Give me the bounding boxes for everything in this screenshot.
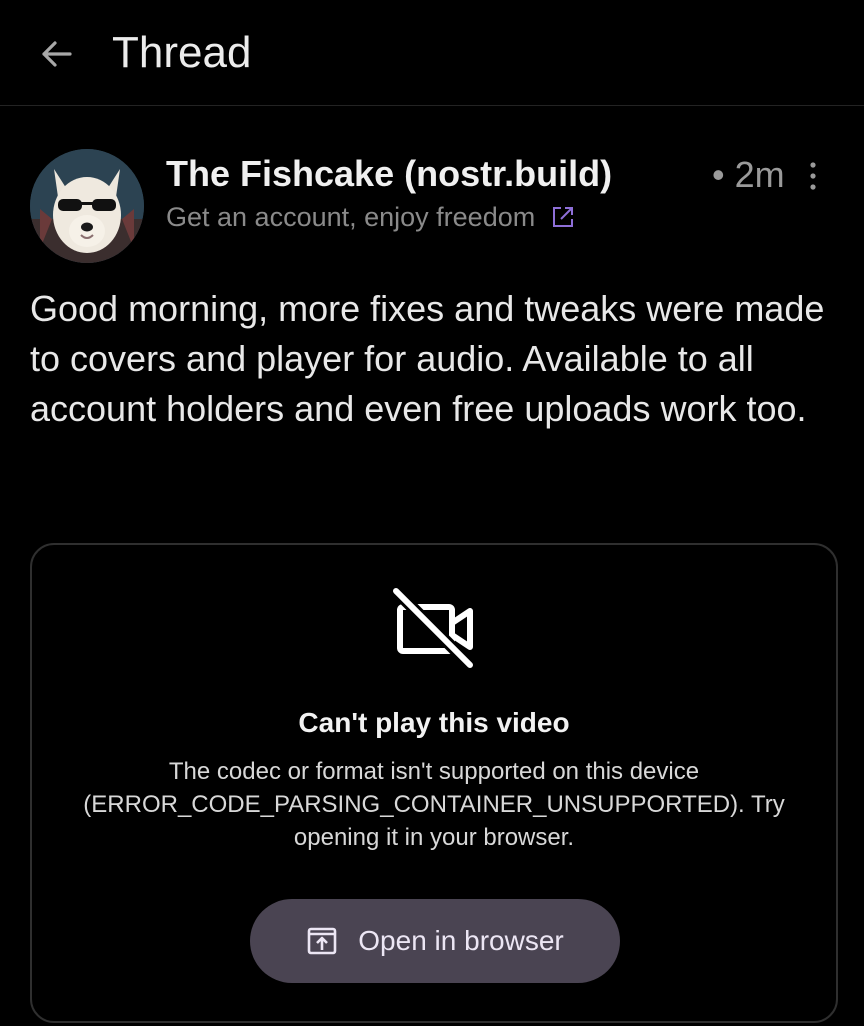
- post-time: • 2m: [712, 154, 785, 195]
- more-options-button[interactable]: [798, 156, 828, 196]
- video-error-title: Can't play this video: [298, 707, 570, 738]
- page-title: Thread: [112, 28, 252, 77]
- open-in-browser-button[interactable]: Open in browser: [250, 899, 620, 983]
- author-nip05[interactable]: Get an account, enjoy freedom: [166, 200, 575, 234]
- post-content: Good morning, more fixes and tweaks were…: [30, 288, 825, 429]
- top-app-bar: Thread: [0, 0, 864, 106]
- open-in-browser-icon: [306, 925, 338, 957]
- arrow-left-icon: [42, 41, 72, 67]
- video-player: Can't play this video The codec or forma…: [30, 543, 838, 1023]
- author-avatar[interactable]: [30, 149, 144, 263]
- author-name[interactable]: The Fishcake (nostr.build): [166, 152, 612, 196]
- nip05-text: Get an account, enjoy freedom: [166, 202, 536, 232]
- back-button[interactable]: [28, 30, 84, 78]
- more-vertical-icon: [810, 162, 816, 190]
- video-error-message: The codec or format isn't supported on t…: [83, 758, 785, 851]
- video-off-icon: [392, 587, 475, 670]
- external-link-icon: [551, 205, 575, 229]
- open-in-browser-label: Open in browser: [358, 925, 564, 956]
- dog-sunglasses-avatar: [30, 149, 144, 263]
